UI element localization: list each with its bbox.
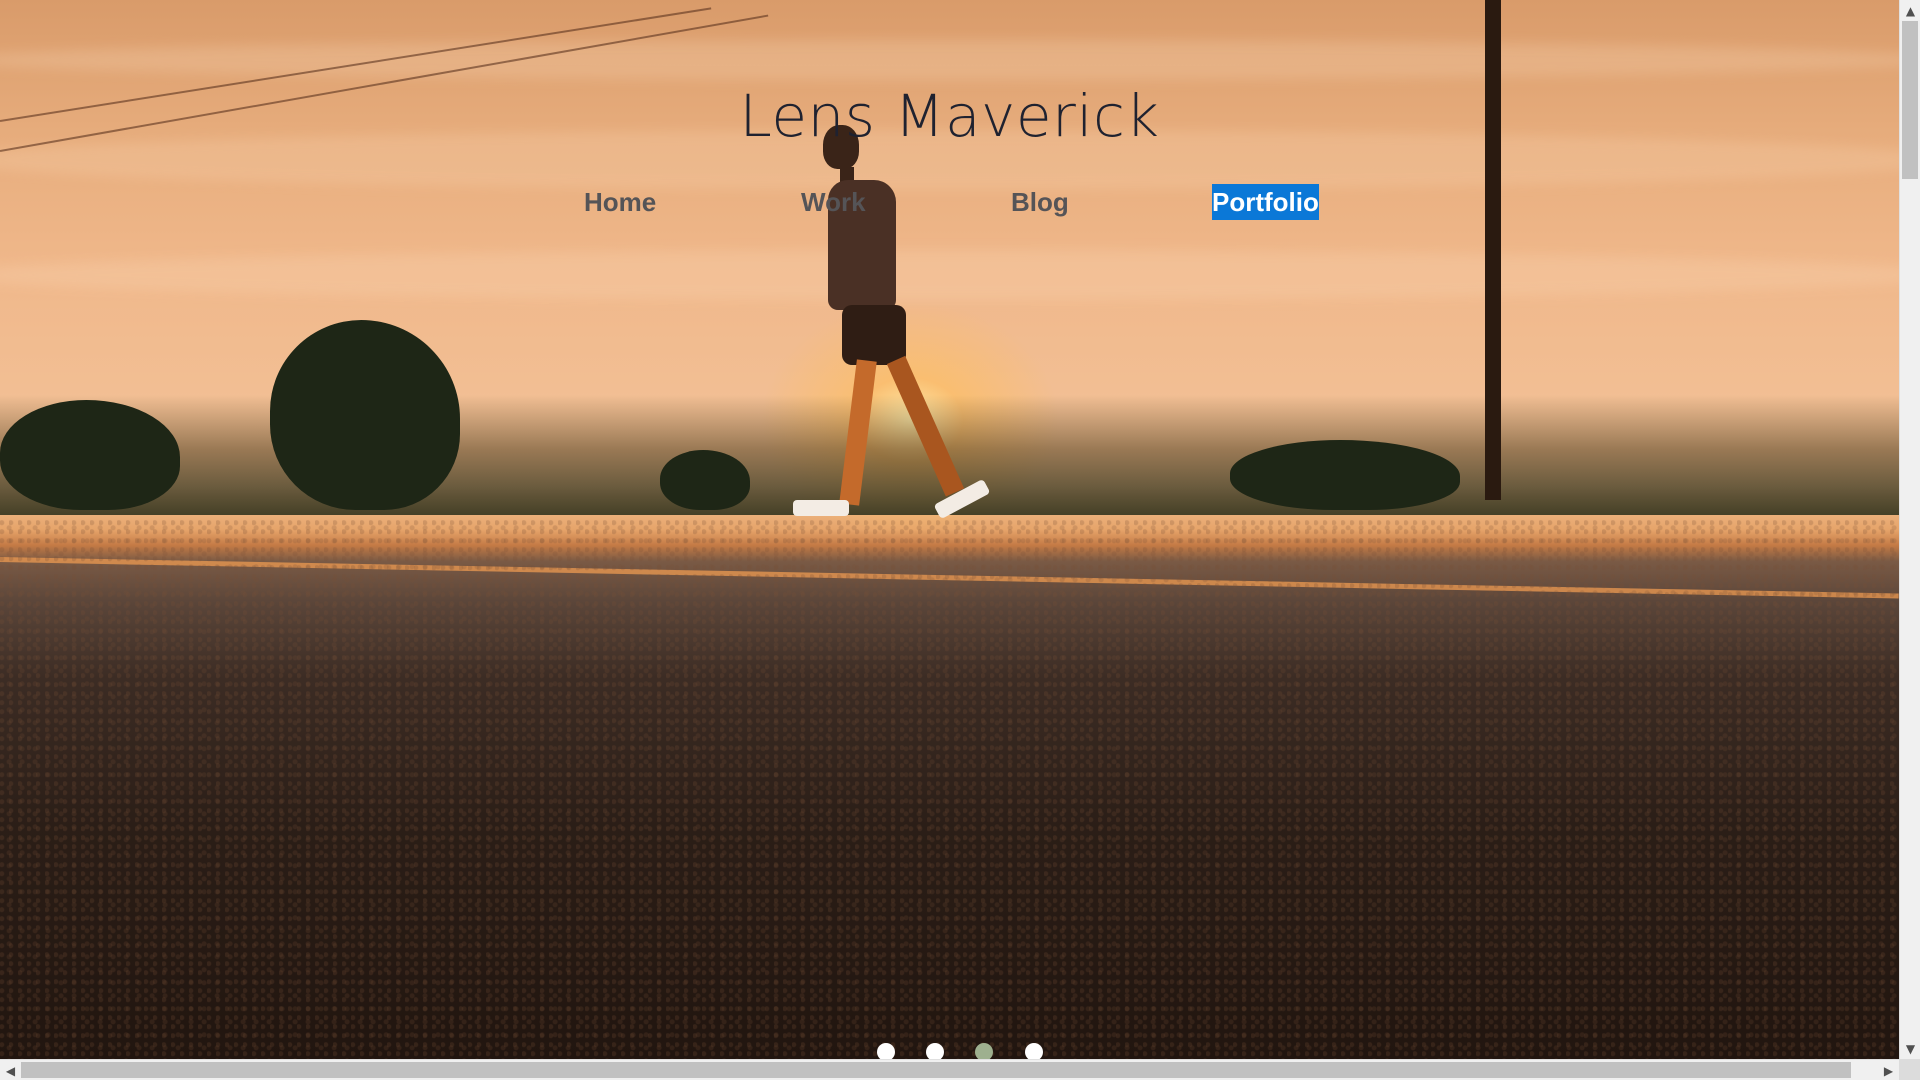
horizontal-scrollbar[interactable]: ◀ ▶ <box>0 1059 1899 1080</box>
person-leg <box>886 355 965 497</box>
chevron-down-icon[interactable]: ▼ <box>1900 1038 1920 1059</box>
nav-item-portfolio[interactable]: Portfolio <box>1212 184 1319 220</box>
slide-indicator <box>0 1043 1899 1059</box>
chevron-up-icon[interactable]: ▲ <box>1900 0 1920 21</box>
slide-dot-3-active[interactable] <box>975 1043 993 1059</box>
nav-item-work[interactable]: Work <box>801 184 866 220</box>
vertical-scrollbar[interactable]: ▲ ▼ <box>1899 0 1920 1059</box>
vertical-scroll-thumb[interactable] <box>1902 21 1918 179</box>
road-surface <box>0 520 1899 1059</box>
tree <box>270 320 460 510</box>
slide-dot-2[interactable] <box>926 1043 944 1059</box>
site-title: Lens Maverick <box>739 82 1160 150</box>
horizontal-scroll-thumb[interactable] <box>21 1062 1851 1078</box>
scrollbar-corner <box>1899 1059 1920 1080</box>
slide-dot-1[interactable] <box>877 1043 895 1059</box>
hero-background-image <box>0 0 1899 1059</box>
nav-item-home[interactable]: Home <box>584 184 656 220</box>
utility-pole <box>1485 0 1501 500</box>
bush <box>660 450 750 510</box>
slide-dot-4[interactable] <box>1025 1043 1043 1059</box>
person-shoe <box>793 500 849 516</box>
main-nav: Home Work Blog Portfolio <box>0 184 1899 224</box>
bush <box>0 400 180 510</box>
person-shorts <box>842 305 906 365</box>
chevron-right-icon[interactable]: ▶ <box>1878 1060 1899 1080</box>
nav-item-blog[interactable]: Blog <box>1011 184 1069 220</box>
page-viewport: Lens Maverick Home Work Blog Portfolio <box>0 0 1899 1059</box>
chevron-left-icon[interactable]: ◀ <box>0 1060 21 1080</box>
bush <box>1230 440 1460 510</box>
person-leg <box>839 359 877 506</box>
